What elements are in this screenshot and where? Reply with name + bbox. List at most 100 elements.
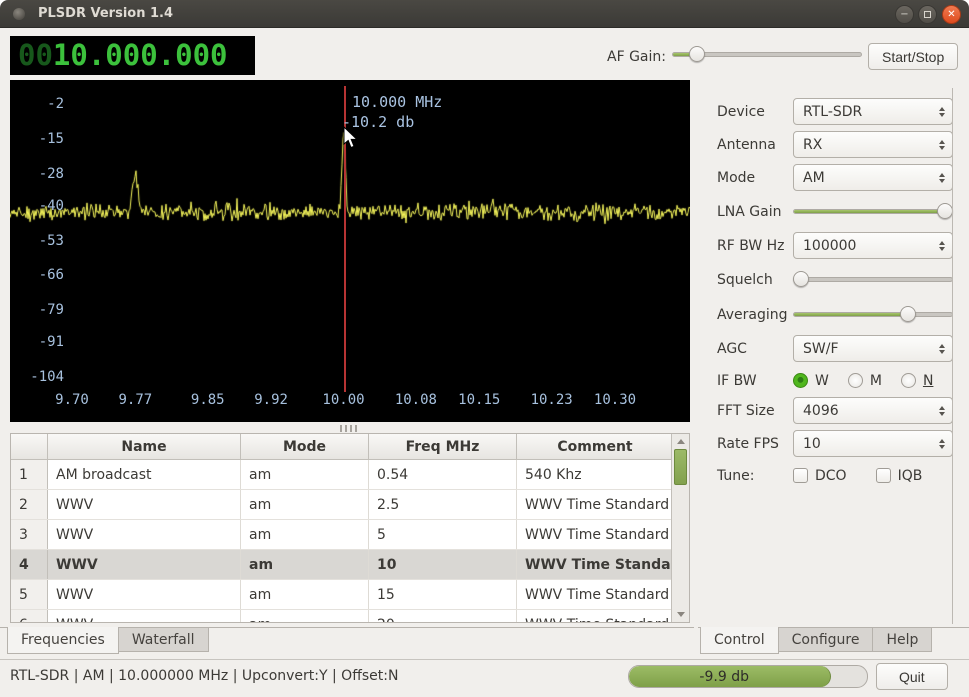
- cell-name[interactable]: WWV: [48, 520, 241, 549]
- spinner-arrows-icon[interactable]: [939, 173, 945, 183]
- start-stop-button[interactable]: Start/Stop: [868, 43, 958, 70]
- mouse-pointer-icon: [343, 126, 360, 149]
- x-tick-label: 9.85: [180, 392, 236, 408]
- lna-gain-label: LNA Gain: [700, 204, 793, 220]
- table-header-row: Name Mode Freq MHz Comment: [11, 434, 689, 460]
- agc-value: SW/F: [803, 341, 839, 357]
- rate-fps-value: 10: [803, 436, 821, 452]
- spinner-arrows-icon[interactable]: [939, 140, 945, 150]
- cell-freq[interactable]: 0.54: [369, 460, 517, 489]
- cell-mode[interactable]: am: [241, 550, 369, 579]
- iqb-checkbox[interactable]: [876, 468, 891, 483]
- cell-mode[interactable]: am: [241, 460, 369, 489]
- tab-frequencies[interactable]: Frequencies: [7, 627, 119, 654]
- device-select[interactable]: RTL-SDR: [793, 98, 953, 125]
- cell-freq[interactable]: 10: [369, 550, 517, 579]
- ifbw-radio-w[interactable]: [793, 373, 808, 388]
- averaging-handle[interactable]: [900, 306, 916, 322]
- cell-comment[interactable]: WWV Time Standard: [517, 580, 673, 609]
- x-tick-label: 9.70: [44, 392, 100, 408]
- rf-bw-spinbox[interactable]: 100000: [793, 232, 953, 259]
- table-scrollbar[interactable]: [671, 434, 689, 622]
- cell-comment[interactable]: WWV Time Standard: [517, 490, 673, 519]
- x-tick-label: 9.77: [107, 392, 163, 408]
- rf-bw-value: 100000: [803, 238, 856, 254]
- tab-control[interactable]: Control: [700, 627, 779, 654]
- af-gain-slider[interactable]: [672, 45, 862, 64]
- lna-gain-handle[interactable]: [937, 203, 953, 219]
- spinner-arrows-icon[interactable]: [939, 107, 945, 117]
- cell-comment[interactable]: 540 Khz: [517, 460, 673, 489]
- control-panel: Device RTL-SDR Antenna RX Mode AM LNA Ga…: [700, 90, 953, 620]
- cell-comment[interactable]: WWV Time Standard: [517, 520, 673, 549]
- row-number: 3: [11, 520, 48, 549]
- cell-freq[interactable]: 15: [369, 580, 517, 609]
- splitter-handle[interactable]: [340, 424, 366, 433]
- table-row[interactable]: 4 WWV am 10 WWV Time Standard: [11, 550, 689, 580]
- cell-name[interactable]: WWV: [48, 550, 241, 579]
- y-tick-label: -66: [18, 267, 64, 283]
- cell-mode[interactable]: am: [241, 610, 369, 623]
- cell-name[interactable]: WWV: [48, 490, 241, 519]
- device-label: Device: [700, 104, 793, 120]
- ifbw-radio-n[interactable]: [901, 373, 916, 388]
- ifbw-label-w: W: [815, 373, 829, 389]
- ifbw-radio-m[interactable]: [848, 373, 863, 388]
- dco-checkbox[interactable]: [793, 468, 808, 483]
- rate-fps-spinbox[interactable]: 10: [793, 430, 953, 457]
- spinner-arrows-icon[interactable]: [939, 439, 945, 449]
- cell-freq[interactable]: 2.5: [369, 490, 517, 519]
- tab-waterfall[interactable]: Waterfall: [118, 628, 209, 652]
- minimize-button[interactable]: −: [895, 5, 914, 24]
- window-title: PLSDR Version 1.4: [38, 6, 173, 21]
- y-tick-label: -2: [18, 96, 64, 112]
- table-row[interactable]: 3 WWV am 5 WWV Time Standard: [11, 520, 689, 550]
- tab-help[interactable]: Help: [872, 628, 932, 652]
- cell-freq[interactable]: 20: [369, 610, 517, 623]
- frequency-display[interactable]: 0010.000.000: [10, 36, 255, 75]
- spectrum-display[interactable]: -2-15-28-40-53-66-79-91-104 9.709.779.85…: [10, 80, 690, 422]
- tab-configure[interactable]: Configure: [778, 628, 874, 652]
- header-freq[interactable]: Freq MHz: [369, 434, 517, 459]
- spinner-arrows-icon[interactable]: [939, 344, 945, 354]
- agc-select[interactable]: SW/F: [793, 335, 953, 362]
- cell-freq[interactable]: 5: [369, 520, 517, 549]
- close-button[interactable]: ✕: [942, 5, 961, 24]
- mode-select[interactable]: AM: [793, 164, 953, 191]
- squelch-label: Squelch: [700, 272, 793, 288]
- fft-size-select[interactable]: 4096: [793, 397, 953, 424]
- averaging-slider[interactable]: [793, 305, 953, 324]
- cell-comment[interactable]: WWV Time Standard: [517, 610, 673, 623]
- table-row[interactable]: 5 WWV am 15 WWV Time Standard: [11, 580, 689, 610]
- cell-comment[interactable]: WWV Time Standard: [517, 550, 673, 579]
- maximize-button[interactable]: [918, 5, 937, 24]
- quit-button[interactable]: Quit: [876, 663, 948, 690]
- header-name[interactable]: Name: [48, 434, 241, 459]
- maximize-icon: [924, 11, 931, 18]
- header-comment[interactable]: Comment: [517, 434, 673, 459]
- af-gain-label: AF Gain:: [607, 49, 666, 65]
- spinner-arrows-icon[interactable]: [939, 241, 945, 251]
- cell-mode[interactable]: am: [241, 580, 369, 609]
- table-row[interactable]: 2 WWV am 2.5 WWV Time Standard: [11, 490, 689, 520]
- agc-label: AGC: [700, 341, 793, 357]
- af-gain-handle[interactable]: [689, 46, 705, 62]
- scroll-up-icon[interactable]: [677, 439, 685, 444]
- header-mode[interactable]: Mode: [241, 434, 369, 459]
- scrollbar-thumb[interactable]: [674, 449, 687, 485]
- cell-name[interactable]: WWV: [48, 610, 241, 623]
- x-tick-label: 10.08: [388, 392, 444, 408]
- cell-mode[interactable]: am: [241, 490, 369, 519]
- table-row[interactable]: 6 WWV am 20 WWV Time Standard: [11, 610, 689, 623]
- cell-name[interactable]: AM broadcast: [48, 460, 241, 489]
- table-row[interactable]: 1 AM broadcast am 0.54 540 Khz: [11, 460, 689, 490]
- title-bar[interactable]: PLSDR Version 1.4 − ✕: [0, 0, 969, 28]
- squelch-handle[interactable]: [793, 271, 809, 287]
- antenna-select[interactable]: RX: [793, 131, 953, 158]
- cell-name[interactable]: WWV: [48, 580, 241, 609]
- cell-mode[interactable]: am: [241, 520, 369, 549]
- lna-gain-slider[interactable]: [793, 202, 953, 221]
- scroll-down-icon[interactable]: [677, 612, 685, 617]
- spinner-arrows-icon[interactable]: [939, 406, 945, 416]
- squelch-slider[interactable]: [793, 270, 953, 289]
